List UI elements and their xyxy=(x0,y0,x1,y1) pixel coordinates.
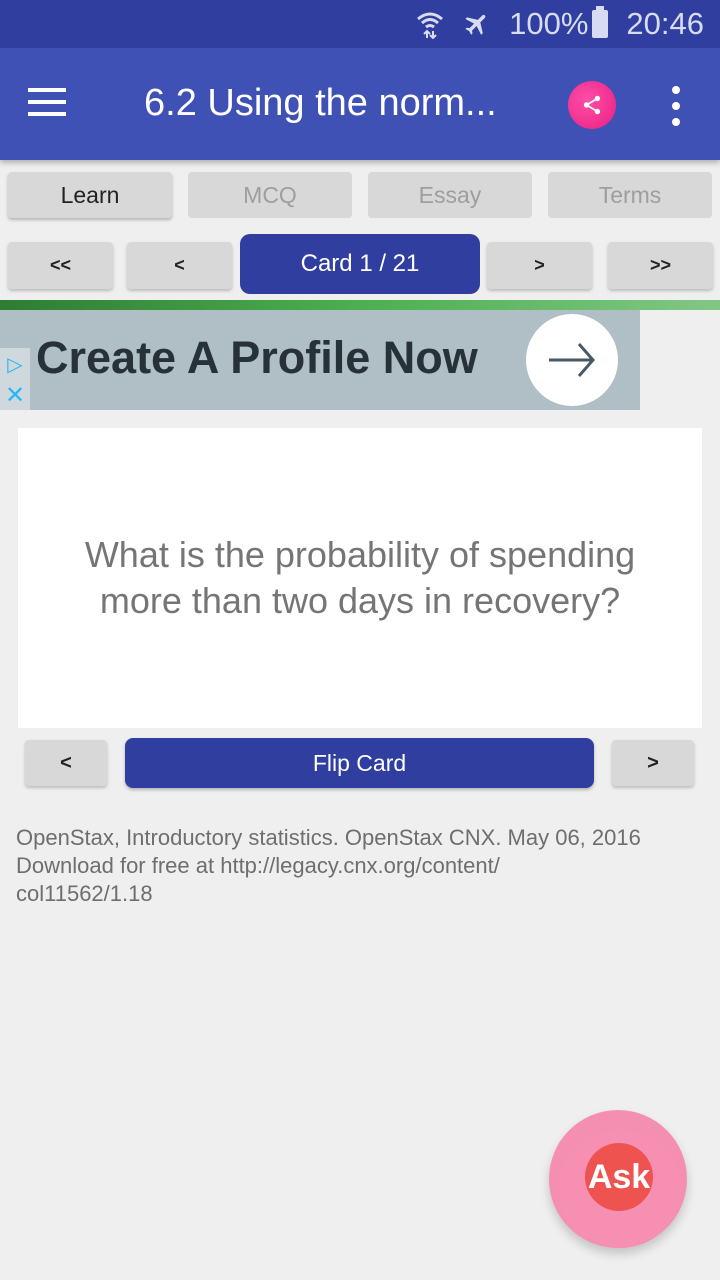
airplane-mode-icon xyxy=(463,10,491,38)
arrow-right-icon xyxy=(549,343,595,377)
ad-choices-icon[interactable]: ▷ xyxy=(0,348,30,380)
tab-learn[interactable]: Learn xyxy=(8,172,172,218)
tab-essay[interactable]: Essay xyxy=(368,172,532,218)
wifi-data-icon xyxy=(415,9,445,39)
attribution: OpenStax, Introductory statistics. OpenS… xyxy=(16,824,706,908)
flip-card-button[interactable]: Flip Card xyxy=(125,738,594,788)
status-bar: 100% 20:46 xyxy=(0,0,720,48)
ad-arrow-button[interactable] xyxy=(526,314,618,406)
flip-prev-button[interactable]: < xyxy=(25,740,107,786)
flashcard[interactable]: What is the probability of spending more… xyxy=(18,428,702,728)
ad-banner[interactable]: ▷ ✕ Create A Profile Now xyxy=(0,310,640,410)
flashcard-question: What is the probability of spending more… xyxy=(84,534,636,621)
clock: 20:46 xyxy=(626,6,704,41)
previous-card-button[interactable]: < xyxy=(127,242,232,289)
battery-full-icon xyxy=(592,6,609,38)
more-vert-icon[interactable] xyxy=(664,86,688,126)
attribution-line: Download for free at http://legacy.cnx.o… xyxy=(16,853,500,878)
card-counter: Card 1 / 21 xyxy=(240,234,480,294)
attribution-line: OpenStax, Introductory statistics. OpenS… xyxy=(16,825,641,850)
first-card-button[interactable]: << xyxy=(8,242,113,289)
tab-terms[interactable]: Terms xyxy=(548,172,712,218)
attribution-line: col11562/1.18 xyxy=(16,881,153,906)
mode-tabs: Learn MCQ Essay Terms xyxy=(0,172,720,218)
app-bar: 6.2 Using the norm... xyxy=(0,48,720,160)
ad-text: Create A Profile Now xyxy=(36,332,478,383)
flip-controls: < Flip Card > xyxy=(0,738,720,790)
card-navigation: << < Card 1 / 21 > >> xyxy=(0,234,720,294)
hamburger-menu-icon[interactable] xyxy=(28,88,68,118)
share-icon xyxy=(583,95,601,115)
divider-strip xyxy=(0,300,720,310)
close-icon[interactable]: ✕ xyxy=(0,380,30,410)
next-card-button[interactable]: > xyxy=(487,242,592,289)
share-button[interactable] xyxy=(568,81,616,129)
ask-label: Ask xyxy=(585,1143,653,1211)
battery-percent: 100% xyxy=(509,6,589,41)
last-card-button[interactable]: >> xyxy=(608,242,713,289)
flip-next-button[interactable]: > xyxy=(612,740,694,786)
ask-button[interactable]: Ask xyxy=(549,1110,687,1248)
page-title: 6.2 Using the norm... xyxy=(144,82,497,124)
tab-mcq[interactable]: MCQ xyxy=(188,172,352,218)
